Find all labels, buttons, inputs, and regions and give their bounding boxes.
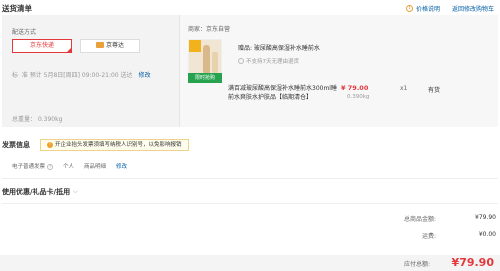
shipping-option-label: 京尊达 <box>105 42 124 49</box>
edit-delivery-time-link[interactable]: 修改 <box>139 72 151 79</box>
product-bottle-image <box>203 45 210 73</box>
product-name[interactable]: 满百减玻尿酸高保湿补水睡前水300ml睡前水爽肤水护肤品【临期清仓】 <box>228 84 342 102</box>
invoice-type-label: 电子普通发票 <box>12 164 46 170</box>
summary-row-goods-total: 总商品金额: ¥79.90 <box>376 214 496 223</box>
flash-sale-badge: 限时抢购 <box>188 73 222 83</box>
edit-invoice-link[interactable]: 修改 <box>116 162 127 170</box>
price-note-label: 价格说明 <box>415 6 440 13</box>
summary-row-shipping-fee: 运费: ¥0.00 <box>376 231 496 240</box>
thumbnail-tag <box>189 40 201 52</box>
product-weight: 0.390kg <box>347 94 370 100</box>
question-icon[interactable]: ? <box>47 164 54 170</box>
product-panel: 商家：京东自营 限时抢购 赠品: 玻尿酸高保湿补水睡前水 不支持7天无理由退货 … <box>179 15 498 127</box>
product-quantity: x1 <box>400 85 408 92</box>
coupon-title: 使用优惠/礼品卡/抵用 <box>2 188 71 196</box>
divider <box>2 178 498 179</box>
invoice-type: 电子普通发票? <box>12 162 54 170</box>
summary-label: 运费: <box>421 233 436 240</box>
invoice-title: 发票信息 <box>2 141 30 149</box>
total-label: 应付总额: <box>403 261 430 268</box>
chevron-down-icon: ⌵ <box>73 188 78 195</box>
divider <box>2 203 498 204</box>
total-weight-label: 总重量： <box>12 116 37 123</box>
shipping-label: 配送方式 <box>12 29 37 36</box>
shipping-option-jd-premium[interactable]: 京尊达 <box>80 39 140 53</box>
coupon-toggle[interactable]: 使用优惠/礼品卡/抵用 ⌵ <box>2 187 78 197</box>
delivery-time: 标 准 预计 5月8日[周四] 09:00-21:00 送达 修改 <box>12 70 151 79</box>
invoice-notice-text: 开企业抬头发票须填写纳税人识别号，以免影响报销 <box>55 142 182 148</box>
total-weight: 总重量： 0.390kg <box>12 114 62 123</box>
no-return-icon <box>238 58 244 64</box>
delivery-time-value: 准 预计 5月8日[周四] 09:00-21:00 送达 <box>21 72 133 79</box>
invoice-content: 商品明细 <box>84 164 107 170</box>
seller-name: 商家：京东自营 <box>188 26 231 33</box>
shipping-option-jd-express[interactable]: 京东快递 <box>12 39 72 53</box>
invoice-details: 电子普通发票? 个人 商品明细 修改 <box>12 162 127 170</box>
total-weight-value: 0.390kg <box>37 116 63 123</box>
gift-label: 赠品: 玻尿酸高保湿补水睡前水 <box>238 45 320 52</box>
page-title: 送货清单 <box>2 4 32 13</box>
back-to-cart-link[interactable]: 返回修改购物车 <box>452 4 494 13</box>
delivery-time-label: 标 <box>12 72 19 79</box>
total-value: ¥79.90 <box>451 256 494 269</box>
no-return-text: 不支持7天无理由退货 <box>246 59 299 65</box>
warning-icon: ! <box>47 142 53 148</box>
package-panel: 配送方式 京东快递 京尊达 标 准 预计 5月8日[周四] 09:00-21:0… <box>2 15 498 127</box>
shipping-panel: 配送方式 京东快递 京尊达 标 准 预计 5月8日[周四] 09:00-21:0… <box>2 15 178 127</box>
product-price: ¥ 79.00 <box>341 84 369 92</box>
invoice-holder: 个人 <box>63 164 75 170</box>
invoice-notice: ! 开企业抬头发票须填写纳税人识别号，以免影响报销 <box>40 139 189 151</box>
premium-delivery-icon <box>95 42 104 48</box>
price-note-link[interactable]: ! 价格说明 <box>405 4 440 13</box>
header-actions: ! 价格说明 返回修改购物车 <box>405 4 494 13</box>
product-bottle-image <box>212 52 218 73</box>
info-icon: ! <box>405 5 413 12</box>
summary-value: ¥0.00 <box>478 231 496 238</box>
summary-label: 总商品金额: <box>403 216 436 223</box>
stock-status: 有货 <box>428 87 441 94</box>
shipping-option-label: 京东快递 <box>29 42 54 49</box>
summary-value: ¥79.90 <box>475 214 496 221</box>
no-return-notice: 不支持7天无理由退货 <box>238 57 299 65</box>
